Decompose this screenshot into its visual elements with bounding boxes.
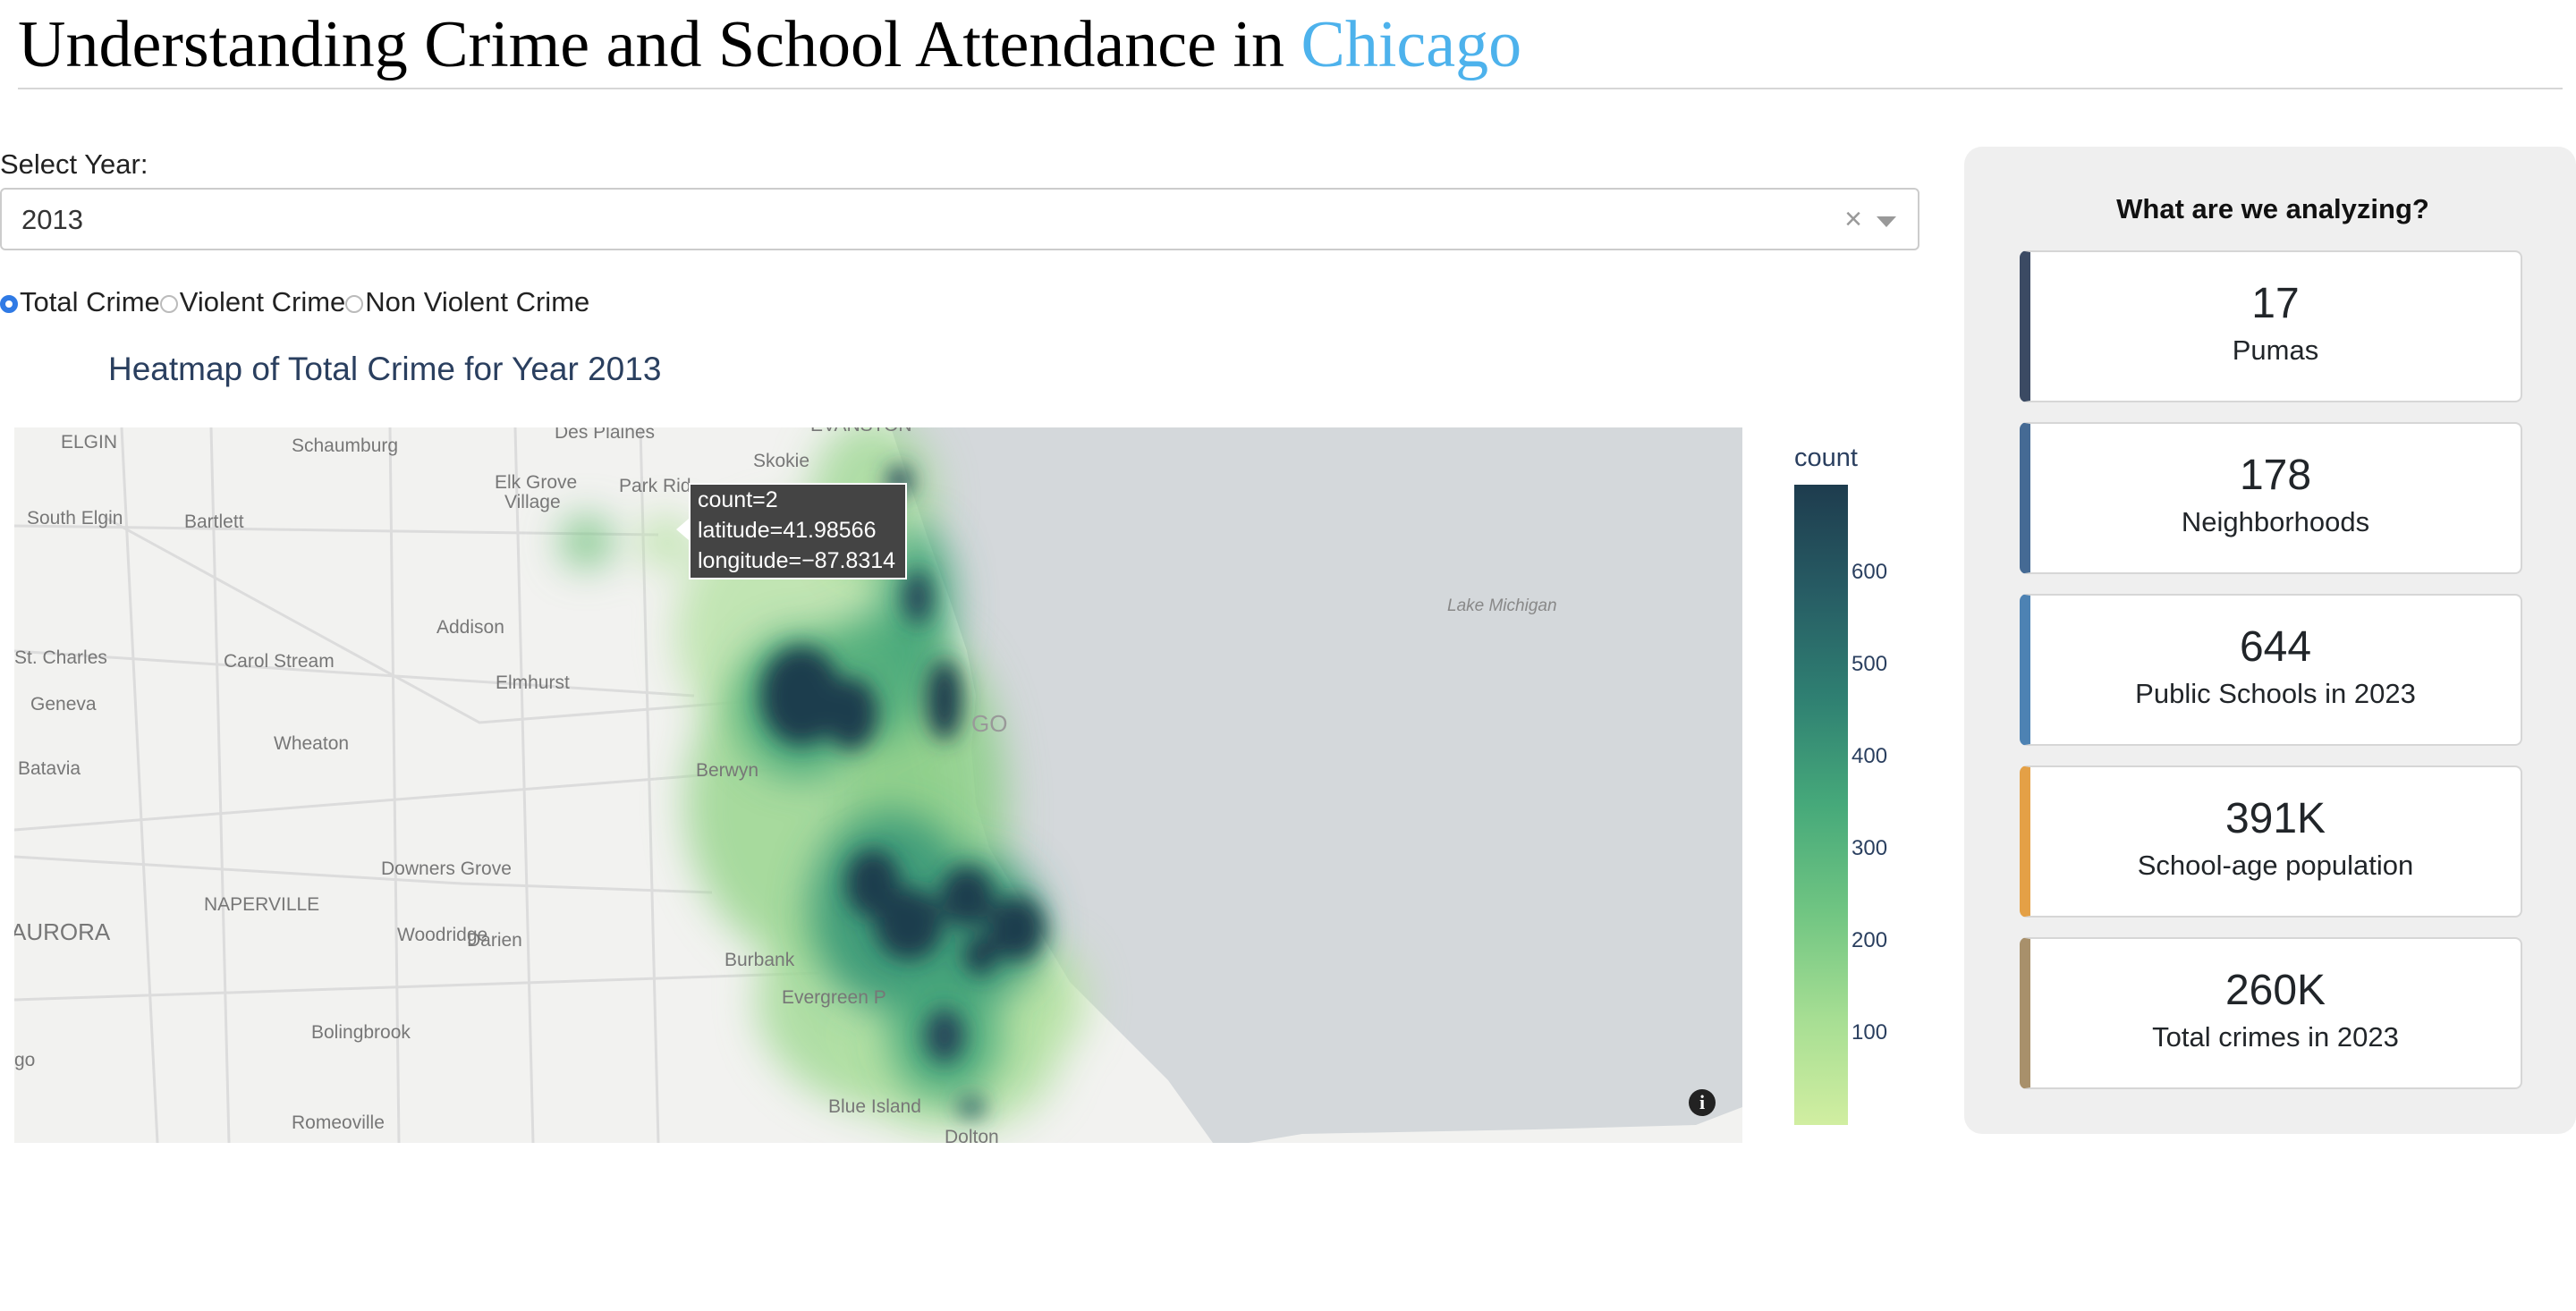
- map-label: Batavia: [18, 758, 80, 779]
- radio-label: Non Violent Crime: [365, 286, 590, 317]
- info-icon[interactable]: i: [1689, 1089, 1716, 1116]
- stat-label: Neighborhoods: [2181, 506, 2370, 537]
- stat-label: Pumas: [2232, 334, 2319, 366]
- colorbar-tick: 200: [1852, 928, 1888, 952]
- stat-card-public-schools: 644 Public Schools in 2023: [2020, 594, 2522, 746]
- colorbar-title: count: [1794, 444, 1858, 472]
- map-label: Berwyn: [696, 760, 758, 781]
- stat-value: 260K: [2224, 967, 2326, 1014]
- map-label: Elk Grove: [495, 472, 577, 493]
- radio-label: Total Crime: [20, 286, 160, 317]
- page-title-accent: Chicago: [1301, 8, 1522, 81]
- map-label: Wheaton: [274, 733, 349, 754]
- stat-label: Total crimes in 2023: [2152, 1021, 2399, 1053]
- map-label: Dolton: [945, 1127, 999, 1143]
- colorbar-tick: 400: [1852, 744, 1888, 768]
- stat-card-neighborhoods: 178 Neighborhoods: [2020, 422, 2522, 574]
- tooltip-latitude: latitude=41.98566: [698, 518, 877, 543]
- page-title-text: Understanding Crime and School Attendanc…: [18, 8, 1301, 81]
- map-label: Schaumburg: [292, 436, 398, 456]
- colorbar-tick: 100: [1852, 1020, 1888, 1045]
- radio-button-checked[interactable]: [0, 295, 18, 313]
- colorbar-tick: 300: [1852, 836, 1888, 860]
- hover-tooltip: count=2 latitude=41.98566 longitude=−87.…: [676, 483, 907, 579]
- map-label: Darien: [467, 930, 522, 951]
- map-label: South Elgin: [27, 508, 123, 529]
- map-label: Village: [504, 492, 561, 512]
- stat-card-pumas: 17 Pumas: [2020, 250, 2522, 402]
- tooltip-count: count=2: [698, 487, 778, 512]
- stat-label: Public Schools in 2023: [2135, 678, 2416, 709]
- map-label: Des Plaines: [555, 427, 655, 443]
- map-label: Blue Island: [828, 1096, 921, 1117]
- stat-value: 178: [2239, 452, 2312, 499]
- year-dropdown-value: 2013: [21, 204, 83, 235]
- map-label: GO: [971, 710, 1007, 737]
- map-label: St. Charles: [14, 647, 107, 668]
- panel-heading: What are we analyzing?: [2116, 193, 2429, 224]
- map-label: Geneva: [30, 694, 97, 715]
- colorbar-tick: 600: [1852, 560, 1888, 584]
- stat-card-total-crimes: 260K Total crimes in 2023: [2020, 937, 2522, 1089]
- map-label: Downers Grove: [381, 858, 512, 879]
- crime-type-radio-group: Total Crime Violent Crime Non Violent Cr…: [0, 286, 589, 318]
- map-label: Lake Michigan: [1447, 596, 1557, 615]
- radio-button[interactable]: [345, 295, 364, 313]
- clear-icon[interactable]: ×: [1844, 202, 1862, 237]
- map-label: go: [14, 1050, 35, 1070]
- map-label: Addison: [436, 617, 504, 638]
- map-label: EVANSTON: [810, 427, 912, 436]
- stat-value: 644: [2239, 623, 2312, 671]
- page-title: Understanding Crime and School Attendanc…: [18, 5, 1521, 85]
- stat-value: 17: [2251, 280, 2300, 327]
- map-label: Evergreen P: [782, 987, 886, 1008]
- map-label: AURORA: [14, 918, 111, 945]
- colorbar-tick: 500: [1852, 652, 1888, 676]
- radio-button[interactable]: [159, 295, 178, 313]
- map-label: Burbank: [724, 950, 795, 970]
- radio-total-crime[interactable]: Total Crime: [0, 286, 160, 318]
- map-label: Bartlett: [184, 512, 244, 532]
- map-label: ELGIN: [61, 432, 117, 453]
- year-dropdown[interactable]: 2013 ×: [0, 188, 1919, 250]
- map-label: Skokie: [753, 451, 809, 471]
- radio-non-violent-crime[interactable]: Non Violent Crime: [345, 286, 589, 318]
- map-label: Elmhurst: [496, 672, 570, 693]
- header-divider: [18, 88, 2563, 89]
- map-label: Park Rid: [619, 476, 691, 496]
- chart-title: Heatmap of Total Crime for Year 2013: [108, 351, 662, 387]
- map-label: Romeoville: [292, 1112, 385, 1133]
- map-label: Carol Stream: [224, 651, 335, 672]
- radio-violent-crime[interactable]: Violent Crime: [159, 286, 346, 318]
- stat-label: School-age population: [2137, 850, 2414, 881]
- tooltip-longitude: longitude=−87.8314: [698, 548, 896, 573]
- chevron-down-icon[interactable]: [1877, 216, 1896, 227]
- year-select-label: Select Year:: [0, 148, 148, 180]
- stat-value: 391K: [2224, 795, 2326, 842]
- map-label: Bolingbrook: [311, 1022, 411, 1043]
- map-label: NAPERVILLE: [204, 894, 319, 915]
- radio-label: Violent Crime: [179, 286, 346, 317]
- stat-card-school-age-population: 391K School-age population: [2020, 765, 2522, 918]
- colorbar: [1794, 485, 1848, 1125]
